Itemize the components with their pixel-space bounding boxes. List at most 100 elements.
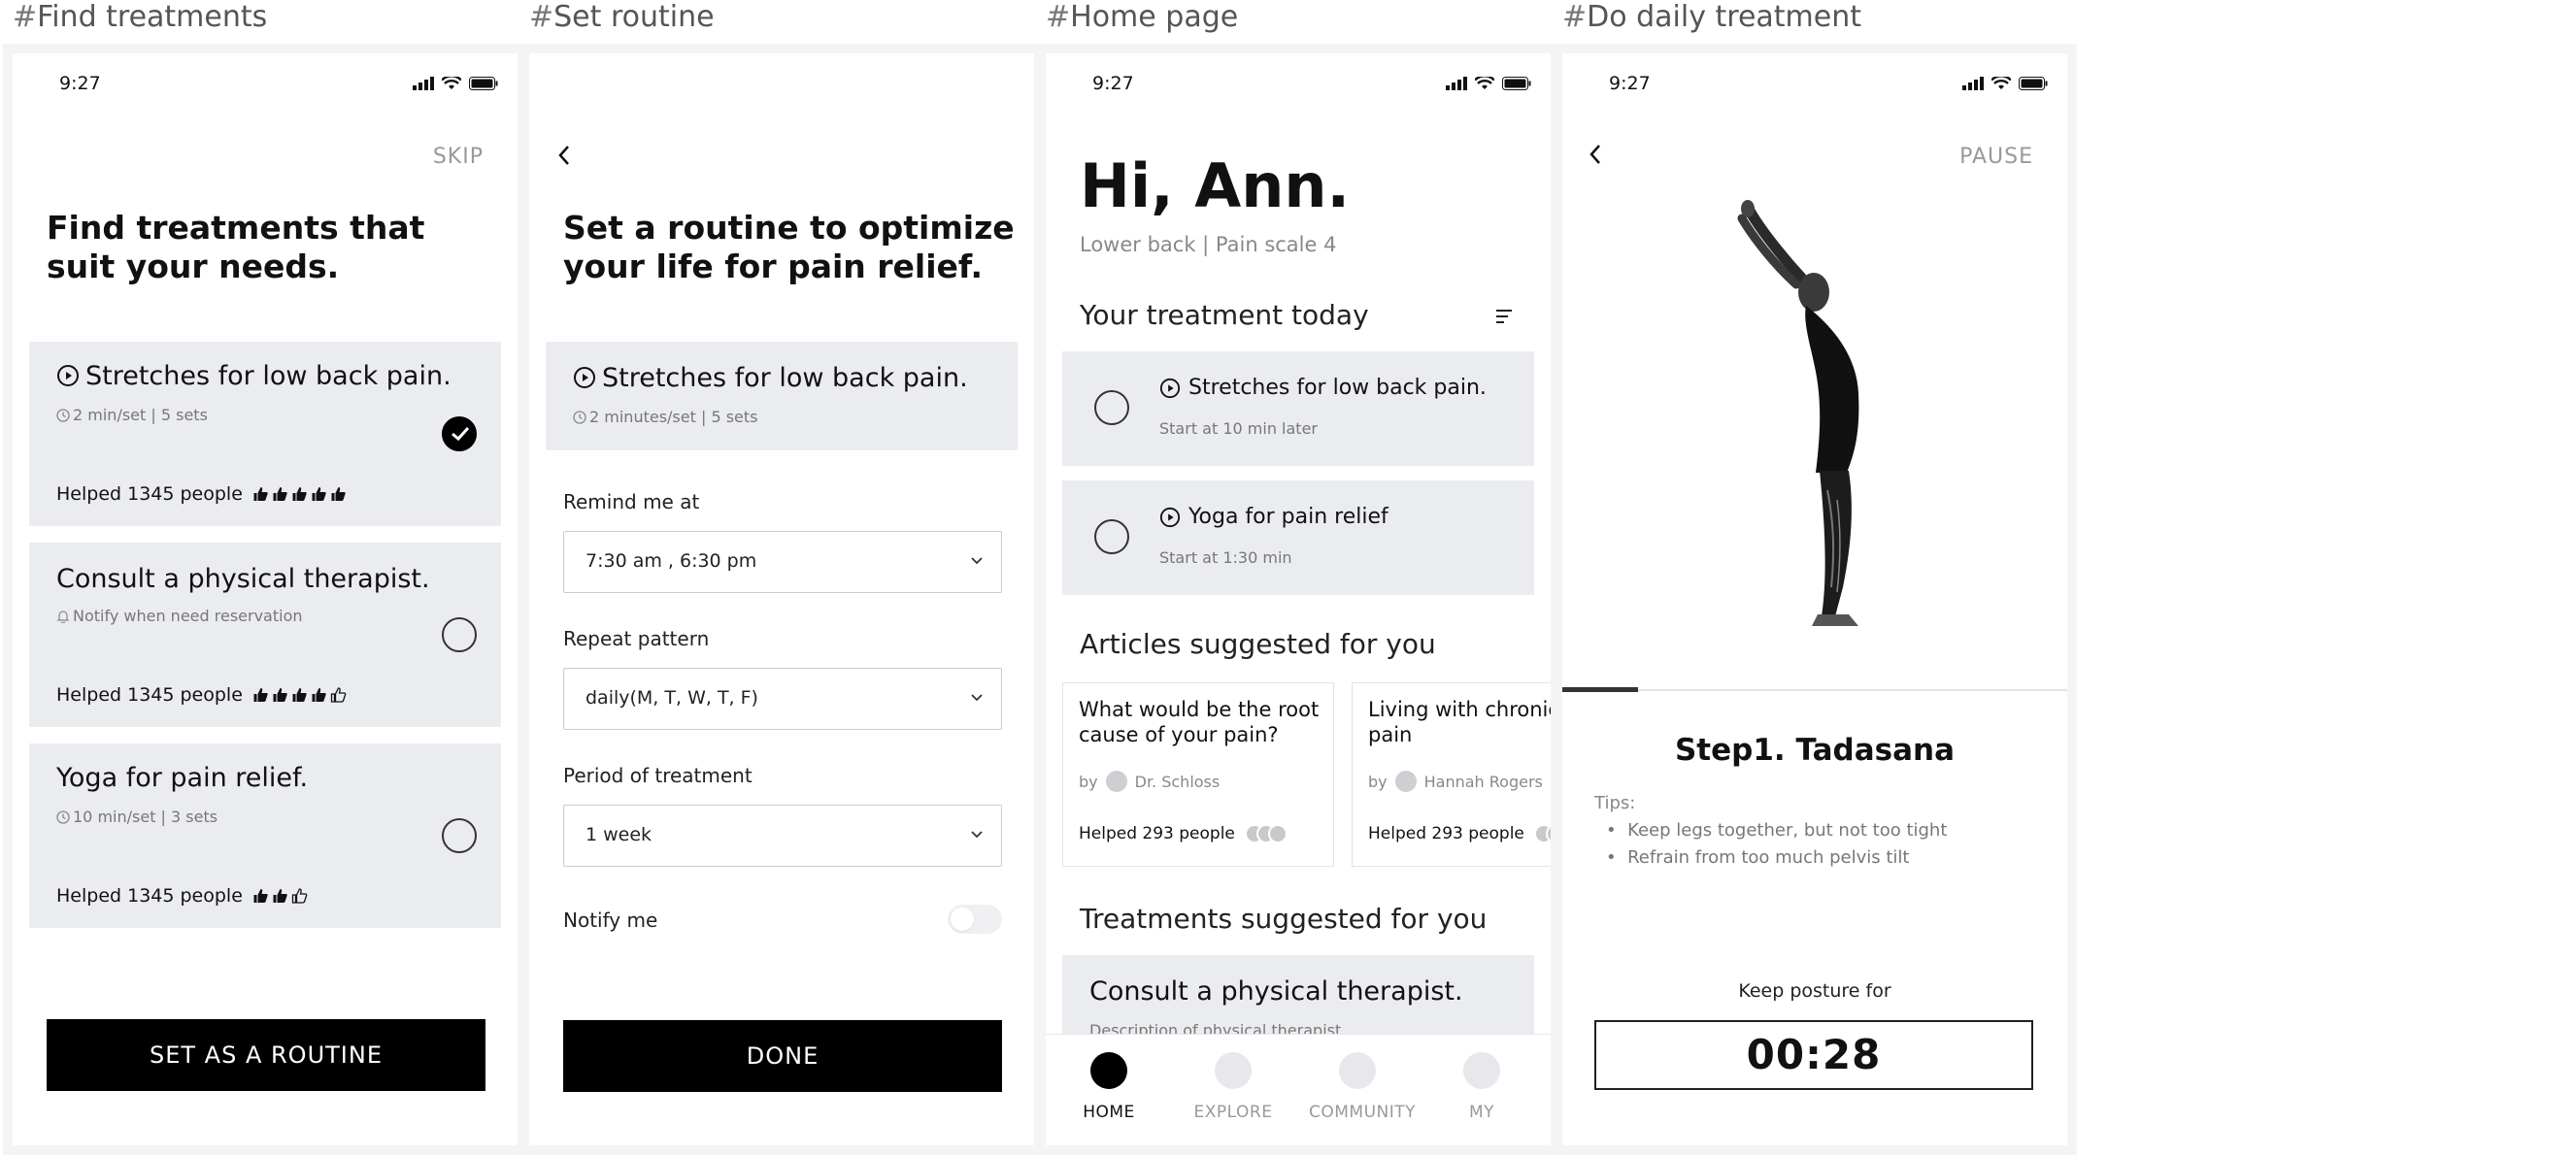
period-value: 1 week xyxy=(585,824,652,845)
treatment-title-row: Stretches for low back pain. xyxy=(573,363,968,393)
today-treatment-time: Start at 10 min later xyxy=(1159,419,1318,438)
helper-avatars xyxy=(1244,824,1288,843)
suggested-treatment-title: Consult a physical therapist. xyxy=(1089,976,1463,1007)
rating-thumbs xyxy=(252,888,308,904)
tab-label: HOME xyxy=(1083,1103,1135,1122)
chevron-down-icon xyxy=(971,694,983,702)
treatment-card[interactable]: Stretches for low back pain. 2 min/set |… xyxy=(29,342,501,526)
skip-button[interactable]: SKIP xyxy=(433,145,484,169)
condition-subtitle: Lower back | Pain scale 4 xyxy=(1080,233,1337,256)
wifi-icon xyxy=(1991,77,2011,89)
author-name: Hannah Rogers xyxy=(1423,772,1543,791)
article-card[interactable]: What would be the root cause of your pai… xyxy=(1062,682,1334,867)
community-icon xyxy=(1339,1052,1376,1089)
status-time: 9:27 xyxy=(1609,73,1651,94)
select-radio[interactable] xyxy=(442,818,477,853)
tab-label: COMMUNITY xyxy=(1309,1103,1417,1122)
back-arrow-icon[interactable] xyxy=(556,144,572,167)
tab-my[interactable]: MY xyxy=(1433,1052,1530,1122)
play-circle-icon xyxy=(57,365,79,386)
period-select[interactable]: 1 week xyxy=(563,805,1002,867)
today-treatment-card[interactable]: Yoga for pain relief Start at 1:30 min xyxy=(1062,480,1534,595)
by-label: by xyxy=(1079,772,1098,791)
selected-checkbox[interactable] xyxy=(442,416,477,451)
tip-item: • Keep legs together, but not too tight xyxy=(1606,820,1948,841)
set-as-routine-button[interactable]: SET AS A ROUTINE xyxy=(47,1019,485,1091)
article-helped-row: Helped 293 people xyxy=(1368,824,1551,843)
signal-icon xyxy=(1962,77,1984,90)
daily-treatment-screen: 9:27 PAUSE Step1. Tadasana Tips: • Keep … xyxy=(1553,44,2077,1155)
thumbs-up-filled-icon xyxy=(312,688,326,702)
author-name: Dr. Schloss xyxy=(1134,772,1221,791)
thumbs-up-filled-icon xyxy=(312,487,326,501)
treatment-card[interactable]: Consult a physical therapist. Notify whe… xyxy=(29,543,501,727)
pause-button[interactable]: PAUSE xyxy=(1959,145,2033,169)
yoga-pose-illustration xyxy=(1737,200,1859,626)
today-treatment-card[interactable]: Stretches for low back pain. Start at 10… xyxy=(1062,351,1534,466)
tips-label: Tips: xyxy=(1594,793,1636,813)
repeat-pattern-select[interactable]: daily(M, T, W, T, F) xyxy=(563,668,1002,730)
tab-explore[interactable]: EXPLORE xyxy=(1185,1052,1282,1122)
treatment-meta: Notify when need reservation xyxy=(73,607,303,625)
thumbs-up-outline-icon xyxy=(330,687,347,703)
treatment-title: Consult a physical therapist. xyxy=(56,564,430,594)
treatment-card[interactable]: Yoga for pain relief. 10 min/set | 3 set… xyxy=(29,743,501,928)
sort-icon[interactable] xyxy=(1494,308,1514,325)
explore-icon xyxy=(1215,1052,1252,1089)
status-time: 9:27 xyxy=(59,73,101,94)
play-circle-icon xyxy=(1159,378,1181,398)
select-radio[interactable] xyxy=(442,617,477,652)
treatment-meta-row: 2 minutes/set | 5 sets xyxy=(573,408,758,426)
notify-toggle[interactable] xyxy=(948,905,1002,934)
back-arrow-icon[interactable] xyxy=(1588,143,1603,166)
frame-label-home: #Home page xyxy=(1046,0,1239,34)
done-button[interactable]: DONE xyxy=(563,1020,1002,1092)
avatar xyxy=(1267,824,1288,843)
complete-radio[interactable] xyxy=(1094,390,1129,425)
thumbs-up-filled-icon xyxy=(253,487,268,501)
tab-home[interactable]: HOME xyxy=(1060,1052,1157,1122)
treatment-title: Yoga for pain relief. xyxy=(56,763,309,793)
tip-item: • Refrain from too much pelvis tilt xyxy=(1606,847,1910,868)
complete-radio[interactable] xyxy=(1094,519,1129,554)
treatment-title: Stretches for low back pain. xyxy=(85,361,452,391)
treatment-meta: 2 minutes/set | 5 sets xyxy=(589,408,758,426)
treatment-title: Stretches for low back pain. xyxy=(602,363,968,393)
helped-row: Helped 1345 people xyxy=(56,483,347,505)
thumbs-up-filled-icon xyxy=(292,688,307,702)
step-title: Step1. Tadasana xyxy=(1674,733,1956,768)
helped-count: Helped 1345 people xyxy=(56,684,243,706)
chevron-down-icon xyxy=(971,831,983,839)
article-author-row: by Hannah Rogers xyxy=(1368,771,1543,792)
clock-icon xyxy=(56,409,70,422)
article-card[interactable]: Living with chronic back pain by Hannah … xyxy=(1352,682,1551,867)
keep-posture-label: Keep posture for xyxy=(1738,980,1891,1002)
article-helped: Helped 293 people xyxy=(1368,824,1524,843)
frame-label-find: #Find treatments xyxy=(13,0,268,34)
greeting: Hi, Ann. xyxy=(1080,150,1351,221)
tab-community[interactable]: COMMUNITY xyxy=(1309,1052,1417,1122)
period-label: Period of treatment xyxy=(563,764,753,787)
article-helped-row: Helped 293 people xyxy=(1079,824,1288,843)
countdown-timer: 00:28 xyxy=(1594,1020,2033,1090)
battery-icon xyxy=(469,77,498,90)
thumbs-up-filled-icon xyxy=(253,889,268,903)
thumbs-up-filled-icon xyxy=(292,487,307,501)
clock-icon xyxy=(573,411,586,424)
status-icons xyxy=(1962,77,2048,90)
today-treatment-title-row: Stretches for low back pain. xyxy=(1159,376,1487,400)
today-treatment-title-row: Yoga for pain relief xyxy=(1159,505,1388,529)
author-avatar xyxy=(1394,771,1417,792)
play-circle-icon xyxy=(1159,507,1181,527)
toggle-knob xyxy=(951,908,974,931)
treatment-meta-row: 10 min/set | 3 sets xyxy=(56,808,217,826)
battery-icon xyxy=(1502,77,1531,90)
rating-thumbs xyxy=(252,687,347,703)
articles-heading: Articles suggested for you xyxy=(1080,628,1436,660)
page-title: Find treatments that suit your needs. xyxy=(47,209,425,285)
today-heading: Your treatment today xyxy=(1080,299,1369,331)
article-title: Living with chronic back pain xyxy=(1368,698,1551,746)
article-author-row: by Dr. Schloss xyxy=(1079,771,1220,792)
remind-time-select[interactable]: 7:30 am , 6:30 pm xyxy=(563,531,1002,593)
treatment-card: Stretches for low back pain. 2 minutes/s… xyxy=(546,342,1018,450)
